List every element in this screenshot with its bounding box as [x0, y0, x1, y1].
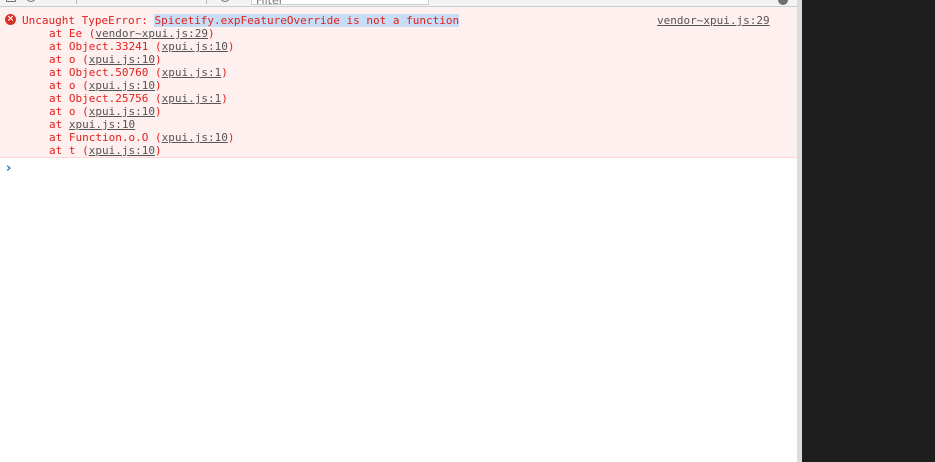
stack-frame: at Object.50760 (xpui.js:1): [49, 66, 228, 79]
filter-box[interactable]: [251, 0, 430, 6]
stack-frame-link[interactable]: xpui.js:10: [89, 105, 155, 118]
stack-frame-link[interactable]: xpui.js:10: [89, 79, 155, 92]
error-icon: ×: [5, 14, 16, 25]
stack-frame: at o (xpui.js:10): [49, 79, 162, 92]
clear-console-icon[interactable]: [26, 0, 36, 2]
console-toolbar: [0, 0, 797, 7]
sidebar-toggle-icon[interactable]: [6, 0, 16, 2]
stack-frame: at Ee (vendor~xpui.js:29): [49, 27, 215, 40]
stack-frame: at t (xpui.js:10): [49, 144, 162, 157]
console-input[interactable]: [22, 161, 782, 177]
stack-frame: at Function.o.O (xpui.js:10): [49, 131, 235, 144]
app-window-background: [797, 0, 935, 462]
stack-frame-link[interactable]: xpui.js:10: [162, 40, 228, 53]
prompt-chevron-icon: ›: [6, 161, 12, 176]
filter-input[interactable]: [252, 0, 430, 6]
stack-frame-link[interactable]: xpui.js:10: [89, 144, 155, 157]
error-prefix: Uncaught TypeError:: [22, 14, 155, 27]
stack-frame: at Object.33241 (xpui.js:10): [49, 40, 235, 53]
stack-frame-link[interactable]: xpui.js:1: [162, 66, 222, 79]
stack-frame-link[interactable]: xpui.js:10: [69, 118, 135, 131]
stack-frame-link[interactable]: vendor~xpui.js:29: [95, 27, 208, 40]
stack-frame: at o (xpui.js:10): [49, 53, 162, 66]
console-error-message: × Uncaught TypeError: Spicetify.expFeatu…: [0, 7, 797, 158]
toolbar-divider: [206, 0, 207, 4]
stack-frame: at xpui.js:10: [49, 118, 136, 131]
live-expression-icon[interactable]: [220, 0, 230, 2]
toolbar-divider: [76, 0, 77, 4]
stack-frame-link[interactable]: xpui.js:10: [162, 131, 228, 144]
console-prompt: ›: [0, 159, 797, 179]
devtools-console-panel: × Uncaught TypeError: Spicetify.expFeatu…: [0, 0, 797, 462]
error-headline: Uncaught TypeError: Spicetify.expFeature…: [22, 14, 460, 27]
stack-frame-link[interactable]: xpui.js:10: [89, 53, 155, 66]
stack-frame: at o (xpui.js:10): [49, 105, 162, 118]
stack-frame-link[interactable]: xpui.js:1: [162, 92, 222, 105]
error-source-link[interactable]: vendor~xpui.js:29: [657, 14, 770, 27]
error-message-text: Spicetify.expFeatureOverride is not a fu…: [154, 14, 460, 27]
settings-gear-icon[interactable]: [778, 0, 788, 5]
stack-frame: at Object.25756 (xpui.js:1): [49, 92, 228, 105]
